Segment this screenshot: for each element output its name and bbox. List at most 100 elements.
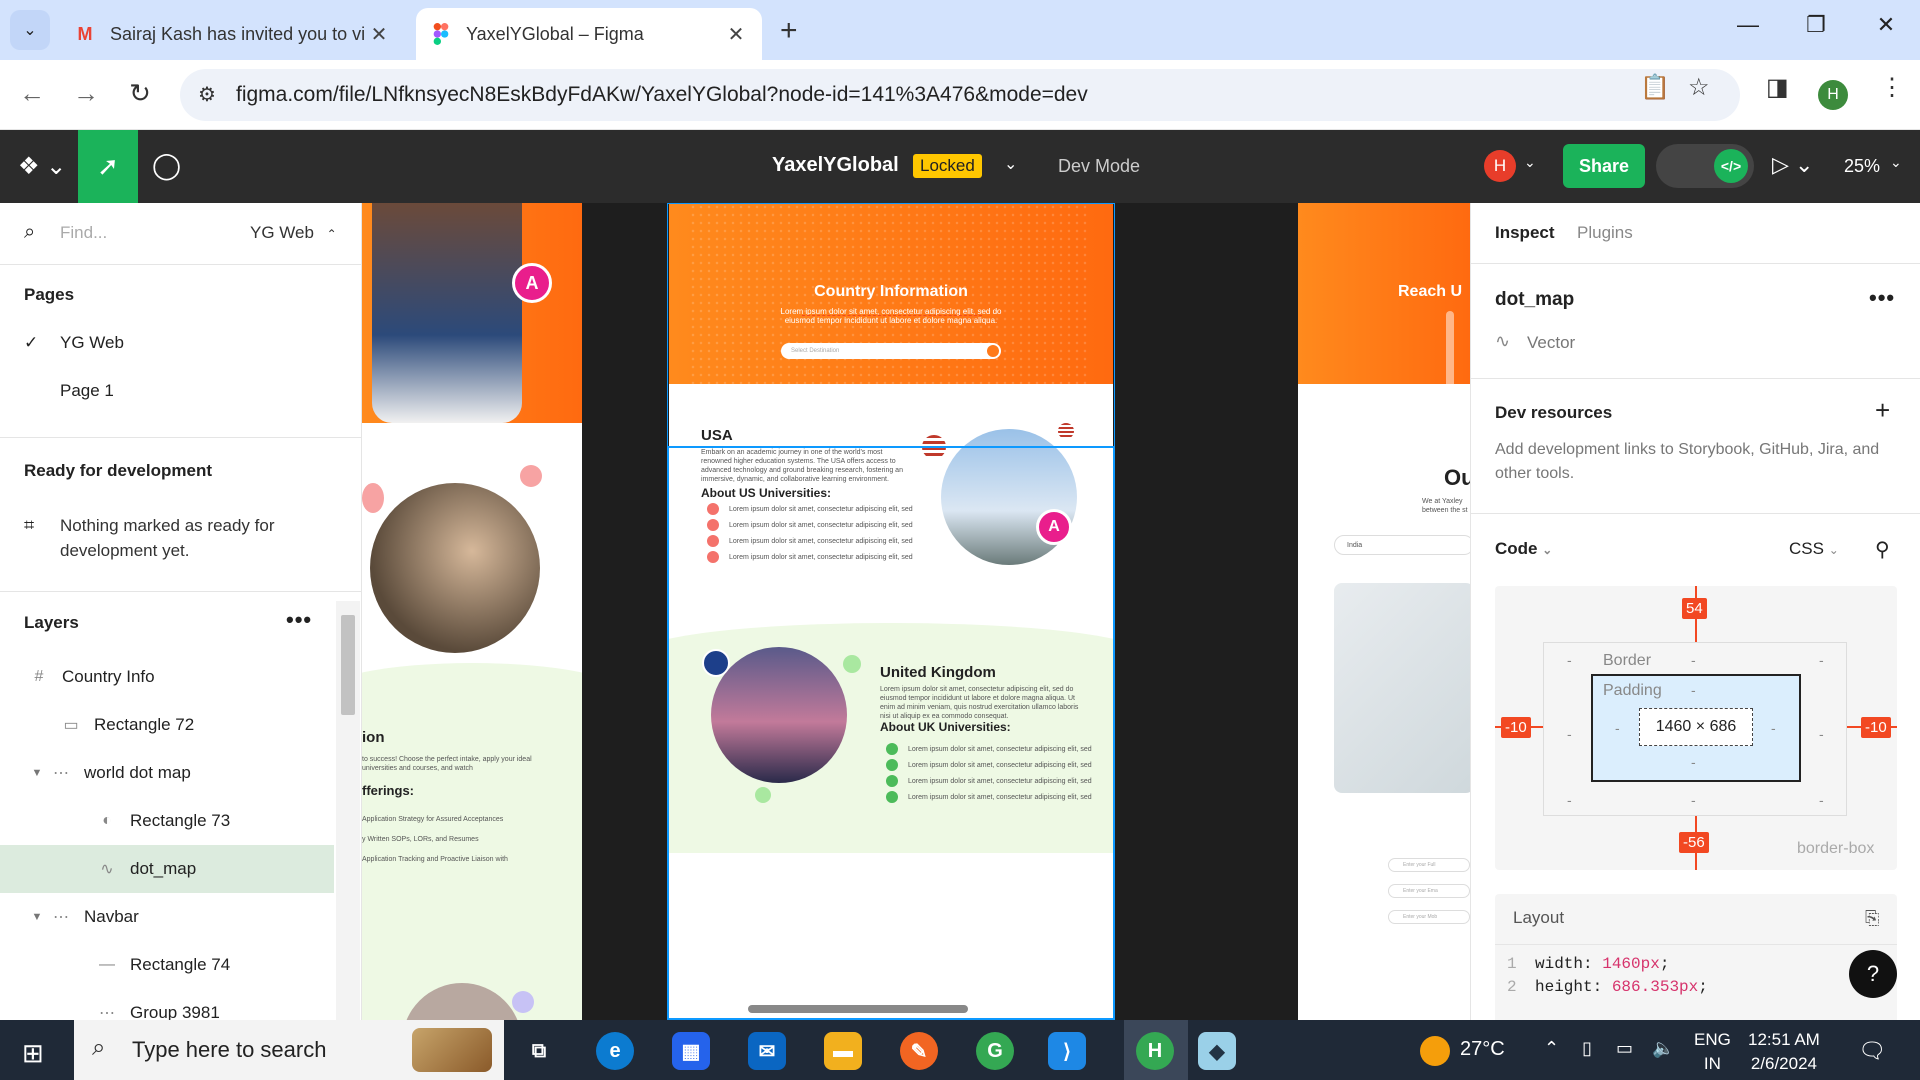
file-explorer-icon[interactable]: ▬ xyxy=(824,1032,862,1070)
weather-icon[interactable] xyxy=(1420,1036,1450,1066)
menu-kebab-icon[interactable]: ⋮ xyxy=(1880,73,1904,102)
code-title-label: Code xyxy=(1495,539,1538,558)
tab-gmail[interactable]: M Sairaj Kash has invited you to vi ✕ xyxy=(60,8,405,60)
page-selector[interactable]: YG Web ⌃ xyxy=(250,223,337,243)
chevron-down-icon[interactable]: ⌄ xyxy=(1004,154,1017,174)
vector-icon: ∿ xyxy=(100,861,114,878)
box-model-diagram: Border - - - - - - - - Padding - - - - 1… xyxy=(1495,586,1897,870)
corner-value: - xyxy=(1819,652,1824,668)
canvas-horizontal-scrollbar[interactable] xyxy=(748,1005,968,1013)
left-frame[interactable]: A ion to success! Choose the perfect int… xyxy=(362,203,582,1020)
taskbar-search[interactable]: ⌕ Type here to search xyxy=(74,1020,504,1080)
window-close-icon[interactable]: ✕ xyxy=(1866,12,1906,38)
language-indicator[interactable]: ENG IN xyxy=(1694,1028,1731,1076)
design-canvas[interactable]: A ion to success! Choose the perfect int… xyxy=(362,203,1470,1020)
bookmark-star-icon[interactable]: ☆ xyxy=(1688,73,1710,102)
code-language-select[interactable]: CSS ⌄ xyxy=(1789,539,1839,559)
tray-device-icon[interactable]: ▯ xyxy=(1582,1038,1592,1059)
layer-row[interactable]: ⋯ Group 3981 xyxy=(0,989,334,1020)
help-button[interactable]: ? xyxy=(1849,950,1897,998)
find-input[interactable]: Find... xyxy=(60,223,107,243)
country-field[interactable]: India xyxy=(1334,535,1470,555)
file-title[interactable]: YaxelYGlobal xyxy=(772,154,899,177)
page-item-yg-web[interactable]: YG Web xyxy=(60,333,124,353)
tab-inspect[interactable]: Inspect xyxy=(1495,223,1555,243)
clock-time: 12:51 AM xyxy=(1748,1030,1820,1049)
edge-icon[interactable]: e xyxy=(596,1032,634,1070)
layer-row[interactable]: ▼ ⋯ Navbar xyxy=(0,893,334,941)
close-icon[interactable]: ✕ xyxy=(724,22,748,47)
restore-icon[interactable]: ❐ xyxy=(1796,12,1836,38)
frame-icon: # xyxy=(34,668,44,685)
task-view-icon[interactable]: ⧉ xyxy=(520,1032,558,1070)
minimize-icon[interactable]: — xyxy=(1728,12,1768,38)
share-button[interactable]: Share xyxy=(1563,144,1645,188)
forward-icon[interactable]: → xyxy=(68,78,104,109)
side-panel-icon[interactable]: ◨ xyxy=(1766,73,1789,102)
notifications-icon[interactable]: 🗨 xyxy=(1858,1038,1886,1064)
close-icon[interactable]: ✕ xyxy=(367,22,391,47)
add-resource-icon[interactable]: + xyxy=(1875,395,1890,426)
tab-search-chevron-icon[interactable]: ⌄ xyxy=(10,10,50,50)
user-avatar[interactable]: H xyxy=(1484,150,1516,182)
decor-dot xyxy=(362,483,384,513)
mail-icon[interactable]: ✉ xyxy=(748,1032,786,1070)
layer-row[interactable]: # Country Info xyxy=(0,653,334,701)
copy-icon[interactable]: ⎘ xyxy=(1865,908,1879,929)
form-field[interactable]: Enter your Full xyxy=(1388,858,1470,872)
form-field[interactable]: Enter your Mob xyxy=(1388,910,1470,924)
page-item-page-1[interactable]: Page 1 xyxy=(60,381,114,401)
chrome-profile-icon[interactable]: H xyxy=(1136,1032,1174,1070)
windows-start-icon[interactable]: ⊞ xyxy=(22,1038,44,1069)
new-tab-icon[interactable]: + xyxy=(780,14,798,48)
dev-mode-toggle[interactable]: </> xyxy=(1656,144,1754,188)
tab-plugins[interactable]: Plugins xyxy=(1577,223,1633,243)
code-line: 1 width: 1460px; xyxy=(1507,955,1670,973)
back-icon[interactable]: ← xyxy=(14,78,50,109)
store-icon[interactable]: ▦ xyxy=(672,1032,710,1070)
comment-icon[interactable]: ◯ xyxy=(152,150,181,181)
layer-row[interactable]: ▭ Rectangle 72 xyxy=(0,701,334,749)
right-frame[interactable]: Reach U Ou We at Yaxley between the st I… xyxy=(1298,203,1470,1020)
clipboard-icon[interactable]: 📋 xyxy=(1640,73,1670,102)
code-settings-icon[interactable]: ⚲ xyxy=(1875,537,1890,562)
lang-region: IN xyxy=(1703,1054,1721,1073)
layer-row-selected[interactable]: ∿ dot_map xyxy=(0,845,334,893)
vscode-icon[interactable]: ⟩ xyxy=(1048,1032,1086,1070)
move-tool-icon[interactable]: ➚ xyxy=(78,130,138,203)
reload-icon[interactable]: ↻ xyxy=(122,78,158,109)
tray-chevron-icon[interactable]: ⌃ xyxy=(1544,1038,1559,1059)
caret-down-icon[interactable]: ▼ xyxy=(28,911,46,923)
right-frame-sub: We at Yaxley between the st xyxy=(1422,498,1468,514)
tab-title: YaxelYGlobal – Figma xyxy=(466,23,644,44)
temperature[interactable]: 27°C xyxy=(1460,1038,1505,1061)
layer-row[interactable]: ▼ ⋯ world dot map xyxy=(0,749,334,797)
caret-down-icon[interactable]: ▼ xyxy=(28,767,46,779)
app-icon[interactable]: ◆ xyxy=(1198,1032,1236,1070)
figma-icon xyxy=(430,23,452,45)
layer-row[interactable]: ◐ Rectangle 73 xyxy=(0,797,334,845)
layer-row[interactable]: — Rectangle 74 xyxy=(0,941,334,989)
profile-avatar[interactable]: H xyxy=(1818,80,1848,110)
code-title[interactable]: Code ⌄ xyxy=(1495,539,1552,559)
sketch-app-icon[interactable]: ✎ xyxy=(900,1032,938,1070)
present-play-icon[interactable]: ▷ ⌄ xyxy=(1772,152,1813,178)
site-info-icon[interactable]: ⚙ xyxy=(198,82,216,107)
windows-taskbar: ⊞ ⌕ Type here to search ⧉ e ▦ ✉ ▬ ✎ G ⟩ … xyxy=(0,1020,1920,1080)
zoom-level[interactable]: 25% xyxy=(1844,156,1880,177)
layers-scroll-thumb[interactable] xyxy=(341,615,355,715)
battery-icon[interactable]: ▭ xyxy=(1616,1038,1633,1059)
chevron-down-icon[interactable]: ⌄ xyxy=(1890,154,1902,171)
vector-icon: ∿ xyxy=(1495,331,1511,351)
clock[interactable]: 12:51 AM 2/6/2024 xyxy=(1748,1028,1820,1076)
more-options-icon[interactable]: ••• xyxy=(1869,285,1895,311)
form-field[interactable]: Enter your Ema xyxy=(1388,884,1470,898)
tab-figma[interactable]: YaxelYGlobal – Figma ✕ xyxy=(416,8,762,60)
figma-menu-icon[interactable]: ❖ ⌄ xyxy=(18,152,66,181)
layer-name: Rectangle 73 xyxy=(130,811,231,830)
url-field[interactable]: ⚙ figma.com/file/LNfknsyecN8EskBdyFdAKw/… xyxy=(180,69,1740,121)
volume-icon[interactable]: 🔈 xyxy=(1652,1038,1674,1059)
chevron-down-icon[interactable]: ⌄ xyxy=(1524,154,1536,171)
chrome-icon[interactable]: G xyxy=(976,1032,1014,1070)
layers-more-icon[interactable]: ••• xyxy=(286,607,312,633)
